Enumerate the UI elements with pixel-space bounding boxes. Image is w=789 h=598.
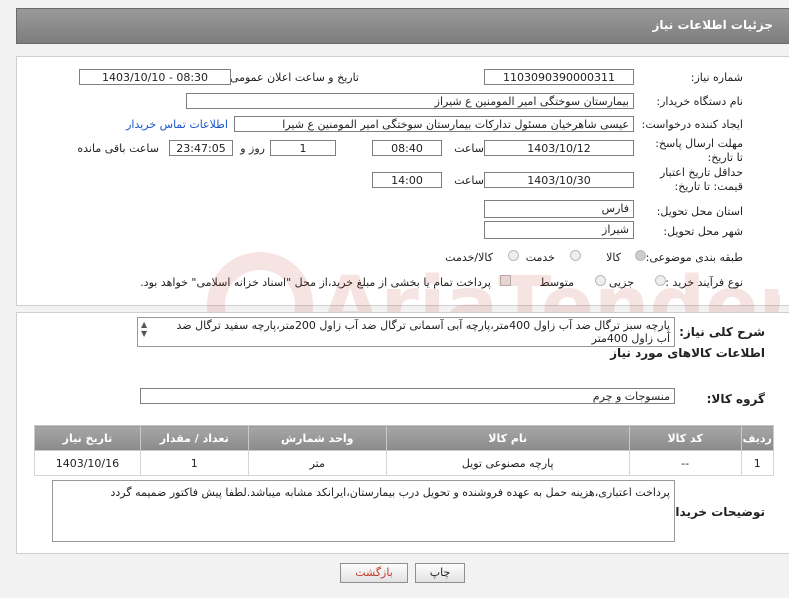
buyer-notes-box[interactable]: پرداخت اعتباری،هزینه حمل به عهده فروشنده…	[52, 480, 675, 542]
col-name: نام کالا	[385, 425, 630, 451]
creator-field: عیسی شاهرخیان مسئول تدارکات بیمارستان سو…	[234, 116, 634, 132]
deadline-label: مهلت ارسال پاسخ: تا تاریخ:	[655, 137, 743, 164]
col-qty: تعداد / مقدار	[139, 425, 249, 451]
purchase-option-medium: متوسط	[539, 276, 574, 289]
need-number-label: شماره نیاز:	[690, 71, 743, 84]
validity-time-label: ساعت	[454, 174, 484, 187]
cell-qty: 1	[139, 450, 249, 476]
deadline-time-field: 08:40	[372, 140, 442, 156]
province-field: فارس	[484, 200, 634, 218]
buyer-label: نام دستگاه خریدار:	[656, 95, 743, 108]
back-button[interactable]: بازگشت	[340, 563, 408, 583]
validity-label: حداقل تاریخ اعتبار قیمت: تا تاریخ:	[659, 166, 743, 193]
validity-date-field: 1403/10/30	[484, 172, 634, 188]
description-label: شرح کلی نیاز:	[679, 325, 765, 339]
deadline-time-label: ساعت	[454, 142, 484, 155]
description-text: پارچه سبز ترگال ضد آب زاول 400متر،پارچه …	[176, 319, 670, 345]
category-option-goods-service: کالا/خدمت	[445, 251, 493, 264]
creator-label: ایجاد کننده درخواست:	[641, 118, 743, 131]
purchase-type-label: نوع فرآیند خرید :	[665, 276, 743, 289]
purchase-option-minor: جزیی	[608, 276, 634, 289]
purchase-radio-medium[interactable]	[595, 275, 606, 286]
goods-section-title: اطلاعات کالاهای مورد نیاز	[610, 346, 765, 360]
buyer-field: بیمارستان سوختگی امیر المومنین ع شیراز	[186, 93, 634, 109]
announce-label: تاریخ و ساعت اعلان عمومی:	[226, 71, 359, 84]
cell-index: 1	[740, 450, 775, 476]
cell-unit: متر	[247, 450, 387, 476]
category-radio-service[interactable]	[570, 250, 581, 261]
col-code: کد کالا	[628, 425, 742, 451]
scroll-arrows-icon[interactable]: ▲ ▼	[141, 320, 147, 338]
cell-name: پارچه مصنوعی تویل	[385, 450, 630, 476]
treasury-checkbox[interactable]	[500, 275, 511, 286]
purchase-radio-minor[interactable]	[655, 275, 666, 286]
cell-date: 1403/10/16	[34, 450, 141, 476]
goods-table: ردیف کد کالا نام کالا واحد شمارش تعداد /…	[34, 425, 775, 476]
days-field: 1	[270, 140, 336, 156]
category-option-goods: کالا	[606, 251, 621, 264]
province-label: استان محل تحویل:	[656, 205, 743, 218]
need-number-field: 1103090390000311	[484, 69, 634, 85]
category-radio-goods[interactable]	[635, 250, 646, 261]
goods-group-field: منسوجات و چرم	[140, 388, 675, 404]
buyer-notes-text: پرداخت اعتباری،هزینه حمل به عهده فروشنده…	[110, 486, 670, 499]
deadline-date-field: 1403/10/12	[484, 140, 634, 156]
col-unit: واحد شمارش	[247, 425, 387, 451]
print-button[interactable]: چاپ	[415, 563, 465, 583]
category-label: طبقه بندی موضوعی:	[645, 251, 743, 264]
remaining-time-field: 23:47:05	[169, 140, 233, 156]
remaining-label: ساعت باقی مانده	[77, 142, 159, 155]
buyer-notes-label: توضیحات خریدار:	[663, 505, 765, 519]
validity-time-field: 14:00	[372, 172, 442, 188]
days-label: روز و	[240, 142, 265, 155]
page-title: جزئیات اطلاعات نیاز	[652, 18, 773, 32]
cell-code: --	[628, 450, 742, 476]
page-header: جزئیات اطلاعات نیاز	[16, 8, 789, 44]
col-date: تاریخ نیاز	[34, 425, 141, 451]
description-box[interactable]: پارچه سبز ترگال ضد آب زاول 400متر،پارچه …	[137, 317, 675, 347]
category-option-service: خدمت	[525, 251, 555, 264]
buyer-contact-link[interactable]: اطلاعات تماس خریدار	[126, 118, 228, 131]
table-row: 1 -- پارچه مصنوعی تویل متر 1 1403/10/16	[34, 450, 775, 476]
city-field: شیراز	[484, 221, 634, 239]
city-label: شهر محل تحویل:	[663, 225, 743, 238]
goods-table-header: ردیف کد کالا نام کالا واحد شمارش تعداد /…	[34, 425, 775, 451]
category-radio-goods-service[interactable]	[508, 250, 519, 261]
col-index: ردیف	[740, 425, 775, 451]
goods-group-label: گروه کالا:	[706, 392, 765, 406]
payment-note: پرداخت تمام یا بخشی از مبلغ خرید،از محل …	[140, 276, 491, 289]
announce-field: 1403/10/10 - 08:30	[79, 69, 231, 85]
